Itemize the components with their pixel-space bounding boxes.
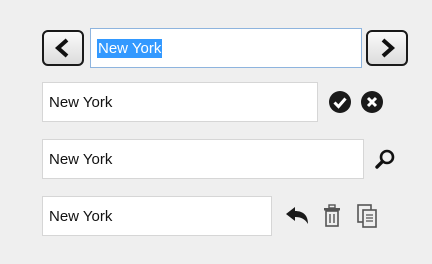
search-icon[interactable] — [374, 148, 396, 170]
previous-button[interactable] — [42, 30, 84, 66]
chevron-right-icon — [378, 38, 396, 58]
row-actions: New York — [42, 196, 378, 236]
search-input[interactable]: New York — [42, 139, 364, 179]
city-input-actions[interactable]: New York — [42, 196, 272, 236]
trash-icon[interactable] — [322, 204, 342, 228]
undo-icon[interactable] — [284, 205, 310, 227]
selected-text: New York — [97, 38, 163, 58]
close-circle-icon[interactable] — [360, 90, 384, 114]
row-search: New York — [42, 139, 396, 179]
city-input[interactable]: New York — [42, 82, 318, 122]
check-circle-icon[interactable] — [328, 90, 352, 114]
row-edit: New York — [42, 82, 384, 122]
search-input-value: New York — [49, 150, 113, 168]
city-input-value: New York — [49, 93, 113, 111]
chevron-left-icon — [54, 38, 72, 58]
city-input-selected[interactable]: New York — [90, 28, 362, 68]
copy-icon[interactable] — [356, 204, 378, 228]
city-input-actions-value: New York — [49, 207, 113, 225]
next-button[interactable] — [366, 30, 408, 66]
row-navigation: New York — [42, 28, 408, 68]
